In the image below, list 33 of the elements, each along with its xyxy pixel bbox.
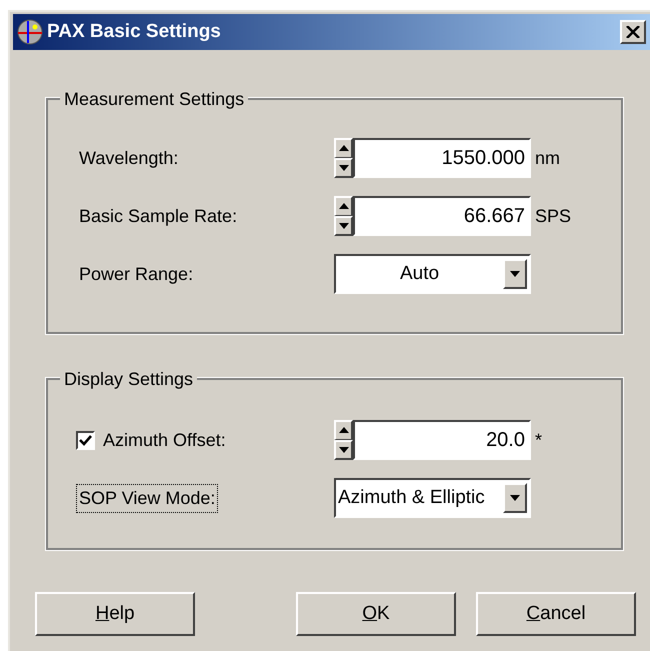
window-title: PAX Basic Settings	[47, 20, 222, 44]
spin-buttons[interactable]	[334, 196, 353, 236]
spin-buttons[interactable]	[334, 420, 353, 460]
down-arrow-icon	[338, 222, 348, 229]
checkbox[interactable]	[76, 430, 95, 450]
field-label: Azimuth Offset:	[103, 428, 226, 452]
unit-label: nm	[535, 146, 560, 170]
unit-label: *	[535, 428, 542, 452]
spin-buttons[interactable]	[334, 138, 353, 178]
field-label: Basic Sample Rate:	[78, 204, 238, 228]
number-field[interactable]: 1550.000	[353, 138, 531, 178]
close-button[interactable]	[620, 20, 646, 44]
up-arrow-icon	[338, 145, 348, 152]
field-label: SOP View Mode:	[76, 484, 218, 512]
down-arrow-icon	[338, 164, 348, 171]
number-field[interactable]: 20.0	[353, 420, 531, 460]
caret-icon	[510, 271, 520, 277]
down-arrow-icon	[338, 446, 348, 453]
dialog-button[interactable]: Cancel	[476, 592, 636, 636]
dropdown[interactable]: Azimuth & Elliptic	[334, 478, 531, 518]
close-icon	[626, 26, 640, 38]
number-field[interactable]: 66.667	[353, 196, 531, 236]
globe-icon	[17, 19, 43, 45]
caret-icon	[510, 495, 520, 501]
checkmark-icon	[79, 434, 92, 446]
dropdown[interactable]: Auto	[334, 254, 531, 294]
up-arrow-icon	[338, 203, 348, 210]
unit-label: SPS	[535, 204, 572, 228]
up-arrow-icon	[338, 427, 348, 434]
dialog-button[interactable]: Help	[35, 592, 195, 636]
field-label: Wavelength:	[78, 146, 180, 170]
field-label: Power Range:	[78, 262, 194, 286]
dialog-button[interactable]: OK	[296, 592, 456, 636]
